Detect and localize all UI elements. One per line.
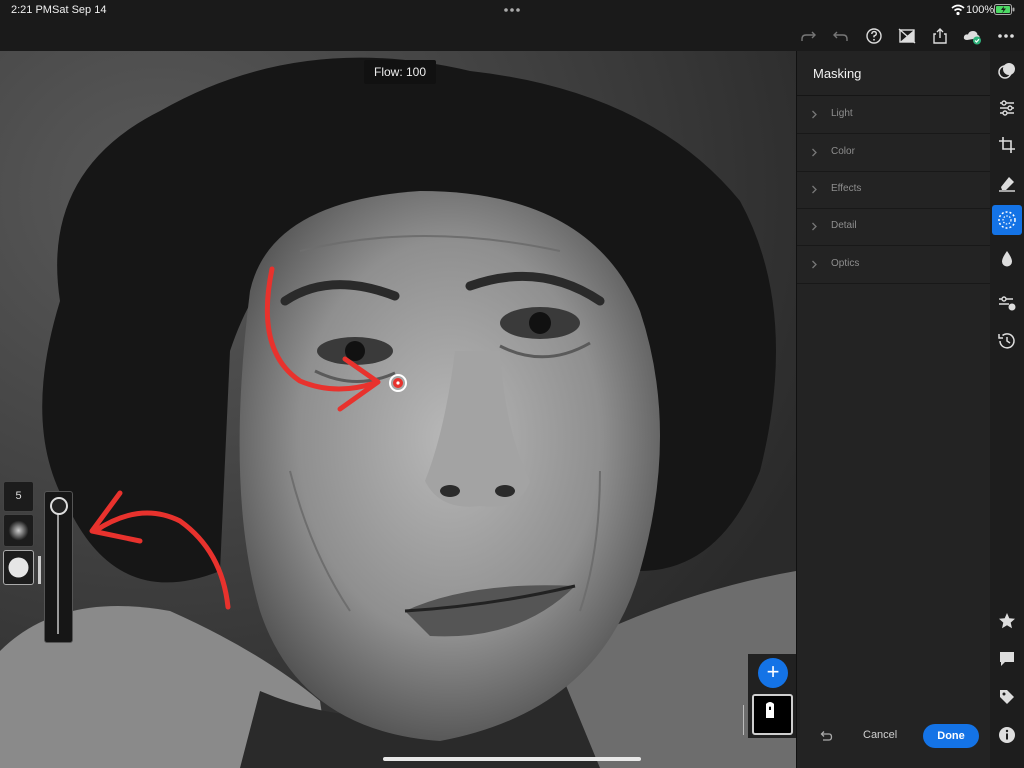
flow-slider-thumb[interactable] [50,497,68,515]
section-label: Effects [831,183,862,194]
brush-size-button[interactable]: 5 [3,481,34,512]
chevron-right-icon [812,148,817,157]
redo-icon[interactable] [798,26,818,46]
slider-notch-icon [38,556,41,584]
versions-icon[interactable] [995,291,1019,315]
comment-icon[interactable] [995,647,1019,671]
presets-icon[interactable] [995,59,1019,83]
chevron-right-icon [812,185,817,194]
masking-icon [998,211,1016,229]
more-icon[interactable] [996,26,1016,46]
section-light[interactable]: Light [797,96,990,134]
section-label: Detail [831,220,857,231]
history-icon[interactable] [995,329,1019,353]
wifi-icon [951,4,965,16]
solid-brush-icon [8,557,29,578]
status-date: Sat Sep 14 [52,4,107,16]
brush-solid-button[interactable] [3,550,34,585]
chevron-right-icon [812,222,817,231]
feather-brush-icon [8,520,29,541]
flow-tooltip: Flow: 100 [364,60,437,84]
top-toolbar [0,20,1024,51]
compare-icon[interactable] [897,26,917,46]
selective-icon[interactable] [995,247,1019,271]
status-bar: 2:21 PM Sat Sep 14 100% [0,0,1024,20]
photo-canvas[interactable] [0,51,796,768]
done-button[interactable]: Done [923,724,979,748]
home-indicator[interactable] [383,757,641,761]
chevron-right-icon [812,110,817,119]
section-label: Optics [831,258,860,269]
battery-charging-icon [994,4,1015,15]
reset-icon[interactable] [819,729,833,743]
section-color[interactable]: Color [797,134,990,172]
brush-feather-button[interactable] [3,514,34,547]
flow-slider[interactable] [44,491,73,643]
chevron-right-icon [812,260,817,269]
add-mask-button[interactable]: + [758,658,788,688]
info-icon[interactable] [995,723,1019,747]
tag-icon[interactable] [995,685,1019,709]
multitask-dots-icon[interactable] [503,5,521,15]
mask-preview-icon [754,696,787,729]
mask-thumbnail[interactable] [752,694,793,735]
section-label: Light [831,108,853,119]
section-label: Color [831,146,855,157]
share-icon[interactable] [930,26,950,46]
masking-tool-button[interactable] [992,205,1022,235]
crop-icon[interactable] [995,133,1019,157]
status-time: 2:21 PM [11,4,52,16]
rating-star-icon[interactable] [995,609,1019,633]
section-detail[interactable]: Detail [797,208,990,246]
tool-rail [990,51,1024,768]
panel-title: Masking [813,66,862,81]
portrait-photo [0,51,796,768]
cancel-button[interactable]: Cancel [863,729,897,741]
help-icon[interactable] [864,26,884,46]
cloud-sync-icon[interactable] [962,26,982,46]
section-optics[interactable]: Optics [797,246,990,284]
edit-adjust-icon[interactable] [995,96,1019,120]
battery-percent: 100% [966,4,995,16]
mask-strip-divider [743,705,744,735]
masking-panel: Masking Light Color Effects Detail Optic… [796,51,990,768]
healing-icon[interactable] [995,171,1019,195]
section-effects[interactable]: Effects [797,171,990,209]
undo-icon[interactable] [831,26,851,46]
flow-slider-track [57,508,59,634]
